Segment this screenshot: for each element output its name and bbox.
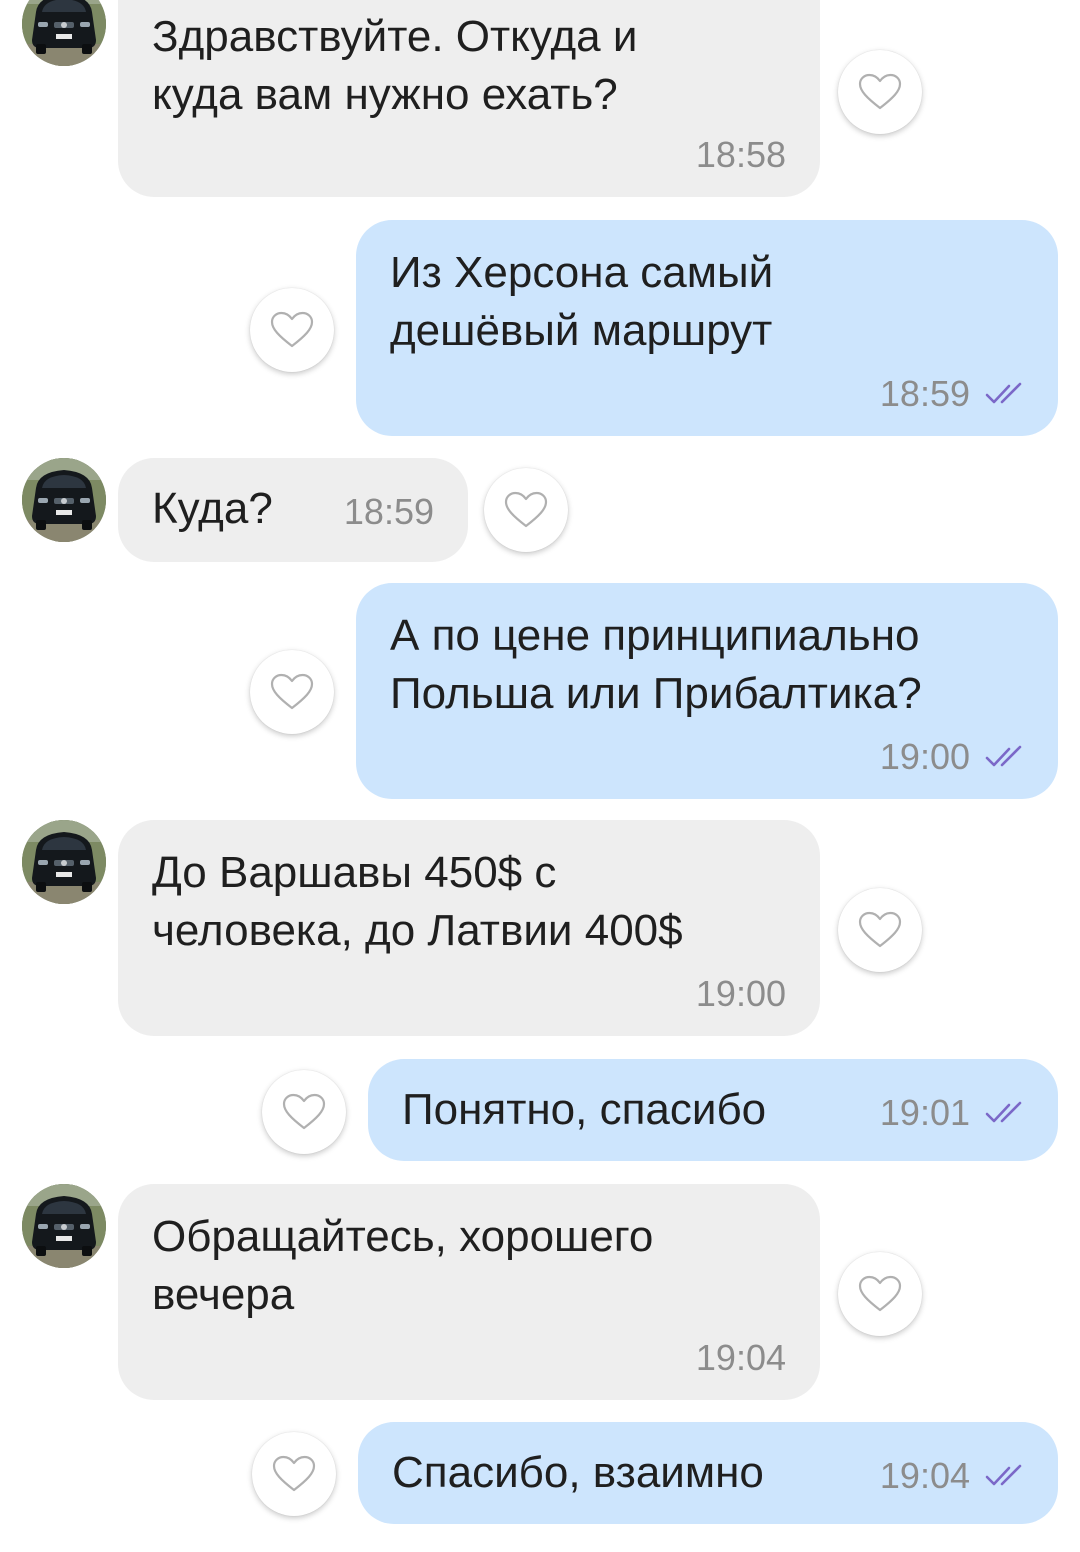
message-bubble-incoming[interactable]: Обращайтесь, хорошего вечера 19:04: [118, 1184, 820, 1400]
message-text: Здравствуйте. Откуда и куда вам нужно ех…: [152, 12, 638, 119]
contact-avatar[interactable]: [22, 820, 106, 904]
minivan-icon: [22, 0, 106, 66]
message-bubble-outgoing[interactable]: А по цене принципиально Польша или Приба…: [356, 583, 1058, 799]
like-button[interactable]: [484, 468, 568, 552]
like-button[interactable]: [838, 50, 922, 134]
like-button[interactable]: [252, 1432, 336, 1516]
heart-icon: [858, 73, 902, 110]
like-button[interactable]: [838, 888, 922, 972]
message-bubble-outgoing[interactable]: Из Херсона самый дешёвый маршрут 18:59: [356, 220, 1058, 436]
message-text: Обращайтесь, хорошего вечера: [152, 1212, 654, 1319]
message-bubble-incoming[interactable]: Здравствуйте. Откуда и куда вам нужно ех…: [118, 0, 820, 197]
contact-avatar[interactable]: [22, 0, 106, 66]
message-bubble-outgoing[interactable]: Понятно, спасибо 19:01: [368, 1059, 1058, 1161]
message-text: До Варшавы 450$ с человека, до Латвии 40…: [152, 848, 683, 955]
message-time: 19:00: [879, 736, 970, 777]
contact-avatar[interactable]: [22, 1184, 106, 1268]
message-text: Понятно, спасибо: [402, 1085, 767, 1134]
heart-icon: [272, 1455, 316, 1492]
double-check-icon: [984, 1464, 1028, 1488]
message-bubble-incoming[interactable]: Куда? 18:59: [118, 458, 468, 562]
message-text: Спасибо, взаимно: [392, 1448, 764, 1497]
message-time: 18:59: [879, 373, 970, 414]
double-check-icon: [984, 745, 1028, 769]
like-button[interactable]: [250, 288, 334, 372]
double-check-icon: [984, 1101, 1028, 1125]
message-time: 19:01: [879, 1092, 970, 1133]
contact-avatar[interactable]: [22, 458, 106, 542]
message-text: А по цене принципиально Польша или Приба…: [390, 611, 922, 718]
message-time: 19:04: [695, 1337, 786, 1378]
message-bubble-outgoing[interactable]: Спасибо, взаимно 19:04: [358, 1422, 1058, 1524]
message-time: 18:58: [695, 134, 786, 175]
message-text: Из Херсона самый дешёвый маршрут: [390, 248, 774, 355]
minivan-icon: [22, 820, 106, 904]
minivan-icon: [22, 1184, 106, 1268]
message-text: Куда?: [152, 484, 273, 533]
minivan-icon: [22, 458, 106, 542]
heart-icon: [270, 311, 314, 348]
message-time: 19:00: [695, 973, 786, 1014]
like-button[interactable]: [250, 650, 334, 734]
message-time: 18:59: [343, 491, 434, 532]
heart-icon: [270, 673, 314, 710]
like-button[interactable]: [262, 1070, 346, 1154]
like-button[interactable]: [838, 1252, 922, 1336]
double-check-icon: [984, 382, 1028, 406]
heart-icon: [858, 1275, 902, 1312]
message-bubble-incoming[interactable]: До Варшавы 450$ с человека, до Латвии 40…: [118, 820, 820, 1036]
heart-icon: [858, 911, 902, 948]
heart-icon: [282, 1093, 326, 1130]
message-time: 19:04: [879, 1455, 970, 1496]
heart-icon: [504, 491, 548, 528]
